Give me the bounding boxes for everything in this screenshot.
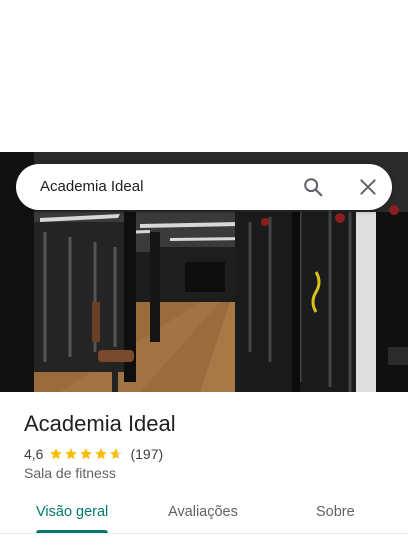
star-icon xyxy=(95,448,108,460)
search-input[interactable]: Academia Ideal xyxy=(40,178,143,195)
star-icon xyxy=(50,448,63,460)
reviews-count[interactable]: (197) xyxy=(130,446,163,462)
search-bar[interactable]: Academia Ideal xyxy=(16,164,392,210)
place-category: Sala de fitness xyxy=(24,465,116,481)
map-blank-area xyxy=(0,0,408,152)
place-info-panel: Academia Ideal 4,6 (197) Sala de fitness… xyxy=(0,392,408,544)
tab-reviews[interactable]: Avaliações xyxy=(168,504,238,520)
tab-about[interactable]: Sobre xyxy=(316,504,355,520)
rating-value: 4,6 xyxy=(24,446,44,462)
tab-overview[interactable]: Visão geral xyxy=(36,504,108,520)
search-icon[interactable] xyxy=(302,176,324,198)
star-icon xyxy=(65,448,78,460)
rating-row[interactable]: 4,6 (197) xyxy=(24,445,163,463)
star-half-icon xyxy=(110,448,123,460)
star-icon xyxy=(80,448,93,460)
place-tabs: Visão geral Avaliações Sobre xyxy=(0,492,408,544)
close-icon[interactable] xyxy=(358,177,378,197)
place-title: Academia Ideal xyxy=(24,411,176,436)
tabs-divider xyxy=(0,533,408,534)
star-rating xyxy=(49,447,124,461)
